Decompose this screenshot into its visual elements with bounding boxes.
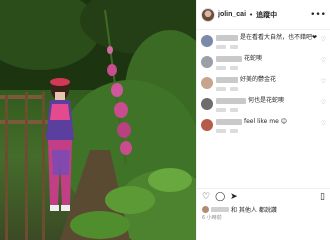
comment-meta <box>216 86 318 91</box>
comment-meta-redacted <box>216 129 226 133</box>
comment-meta-redacted <box>216 87 226 91</box>
comment-line: 花蛇噢 <box>216 55 318 63</box>
comment-body: feel like me 😊 <box>216 118 318 133</box>
comment-like-icon[interactable]: ♡ <box>321 36 326 43</box>
comment-line: 是在看看大自然，也不錯吧❤ <box>216 34 318 42</box>
post-timestamp: 6 小時前 <box>202 215 222 221</box>
comment-body: 是在看看大自然，也不錯吧❤ <box>216 34 318 49</box>
profile-username[interactable]: jolin_cai <box>218 11 246 18</box>
reply-redacted[interactable] <box>230 66 238 70</box>
comment-item: 花蛇噢 ♡ <box>201 55 326 70</box>
likes-text: 和 其他人 都說讚 <box>231 207 277 214</box>
commenter-avatar[interactable] <box>201 77 213 89</box>
comment-icon[interactable]: ◯ <box>215 192 225 202</box>
comment-line: 何也是花蛇噢 <box>216 97 318 105</box>
commenter-avatar[interactable] <box>201 98 213 110</box>
likes-summary[interactable]: 和 其他人 都說讚 <box>202 205 277 214</box>
comment-body: 花蛇噢 <box>216 55 318 70</box>
comment-meta-redacted <box>216 108 226 112</box>
comment-item: 好美的鬱金花 ♡ <box>201 76 326 91</box>
comment-text: feel like me 😊 <box>244 118 287 125</box>
reply-redacted[interactable] <box>230 129 238 133</box>
comment-text: 花蛇噢 <box>244 55 263 62</box>
comment-body: 何也是花蛇噢 <box>216 97 318 112</box>
share-icon[interactable]: ➤ <box>230 192 238 202</box>
comment-body: 好美的鬱金花 <box>216 76 318 91</box>
photo-scene <box>0 0 196 240</box>
post-sidebar: jolin_cai • 追蹤中 ••• 是在看看大自然，也不錯吧❤ ♡ 花蛇噢 ♡ 好美… <box>196 0 330 240</box>
reply-redacted[interactable] <box>230 87 238 91</box>
comment-meta <box>216 44 318 49</box>
comment-line: feel like me 😊 <box>216 118 318 126</box>
separator-dot: • <box>249 10 254 19</box>
commenter-avatar[interactable] <box>201 56 213 68</box>
comment-meta <box>216 65 318 70</box>
comment-like-icon[interactable]: ♡ <box>321 99 326 106</box>
liker-name-redacted <box>211 207 229 212</box>
comment-like-icon[interactable]: ♡ <box>321 78 326 85</box>
comment-text: 是在看看大自然，也不錯吧❤ <box>240 34 318 41</box>
comment-text: 何也是花蛇噢 <box>248 97 285 104</box>
bookmark-icon[interactable]: ▯ <box>320 192 325 202</box>
commenter-avatar[interactable] <box>201 35 213 47</box>
more-horizontal-icon[interactable]: ••• <box>310 10 326 20</box>
following-button[interactable]: 追蹤中 <box>256 10 277 20</box>
commenter-name-redacted[interactable] <box>216 56 242 62</box>
post-photo[interactable] <box>0 0 196 240</box>
comment-text: 好美的鬱金花 <box>240 76 277 83</box>
comment-like-icon[interactable]: ♡ <box>321 120 326 127</box>
commenter-name-redacted[interactable] <box>216 98 246 104</box>
liker-avatar <box>202 206 209 213</box>
reply-redacted[interactable] <box>230 108 238 112</box>
comment-meta-redacted <box>216 45 226 49</box>
post-header: jolin_cai • 追蹤中 ••• <box>197 0 330 30</box>
comment-item: 是在看看大自然，也不錯吧❤ ♡ <box>201 34 326 49</box>
action-bar: ♡ ◯ ➤ ▯ <box>197 188 330 202</box>
commenter-name-redacted[interactable] <box>216 119 242 125</box>
commenter-name-redacted[interactable] <box>216 35 238 41</box>
profile-avatar[interactable] <box>201 7 215 22</box>
comment-like-icon[interactable]: ♡ <box>321 57 326 64</box>
heart-icon[interactable]: ♡ <box>202 192 210 202</box>
comment-item: feel like me 😊 ♡ <box>201 118 326 133</box>
comment-meta <box>216 107 318 112</box>
comment-meta-redacted <box>216 66 226 70</box>
comment-meta <box>216 128 318 133</box>
comment-item: 何也是花蛇噢 ♡ <box>201 97 326 112</box>
commenter-name-redacted[interactable] <box>216 77 238 83</box>
comment-line: 好美的鬱金花 <box>216 76 318 84</box>
commenter-avatar[interactable] <box>201 119 213 131</box>
comment-list: 是在看看大自然，也不錯吧❤ ♡ 花蛇噢 ♡ 好美的鬱金花 ♡ 何也是花蛇噢 ♡ feel lik… <box>197 30 330 133</box>
reply-redacted[interactable] <box>230 45 238 49</box>
